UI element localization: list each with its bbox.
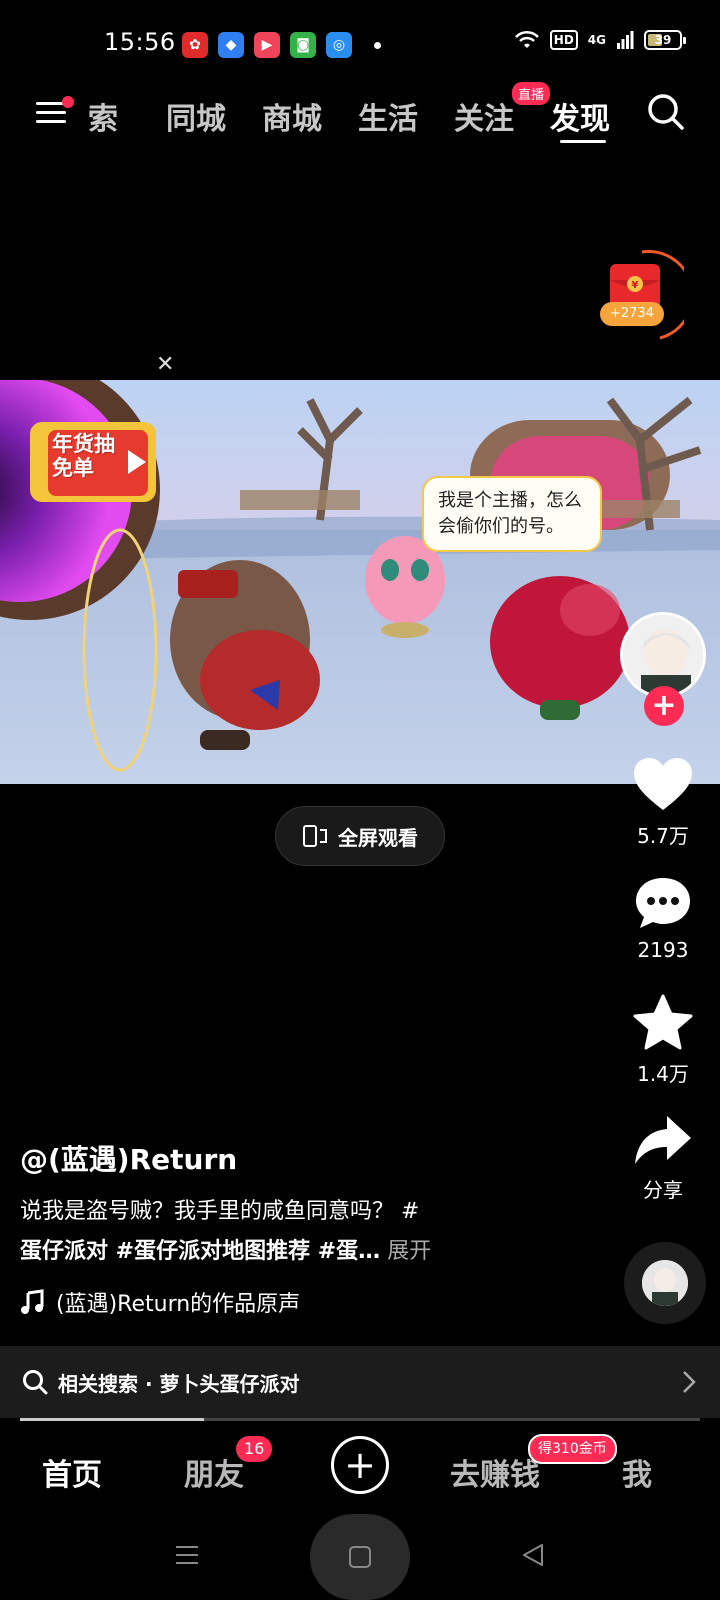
tab-local[interactable]: 同城 bbox=[166, 94, 226, 138]
fullscreen-label: 全屏观看 bbox=[338, 825, 418, 850]
share-label: 分享 bbox=[643, 1178, 683, 1202]
tab-following[interactable]: 关注 bbox=[454, 94, 514, 138]
music-title: (蓝遇)Return的作品原声 bbox=[56, 1292, 301, 1317]
bottom-nav: 首页 朋友 16 + 去赚钱 得310金币 我 bbox=[0, 1422, 720, 1514]
tab-mall[interactable]: 商城 bbox=[262, 94, 322, 138]
video-description[interactable]: 说我是盗号贼？我手里的咸鱼同意吗？ # 蛋仔派对 #蛋仔派对地图推荐 #蛋… 展… bbox=[20, 1192, 530, 1272]
author-avatar[interactable]: + bbox=[620, 612, 710, 726]
back-icon[interactable] bbox=[520, 1542, 546, 1568]
tab-life[interactable]: 生活 bbox=[358, 94, 418, 138]
related-search-label: 相关搜索 · 萝卜头蛋仔派对 bbox=[58, 1371, 300, 1396]
search-icon bbox=[23, 1370, 48, 1395]
hd-icon: HD bbox=[549, 30, 578, 50]
music-note-icon bbox=[21, 1289, 44, 1314]
favorite-count: 1.4万 bbox=[637, 1062, 689, 1086]
share-button[interactable]: 分享 bbox=[608, 1114, 718, 1203]
signal-icon bbox=[617, 31, 634, 49]
tab-explore[interactable]: 索 bbox=[88, 94, 118, 138]
red-packet-coins: +2734 bbox=[610, 306, 654, 321]
favorite-button[interactable]: 1.4万 bbox=[608, 994, 718, 1087]
battery-level: 39 bbox=[654, 33, 672, 47]
video-progress-bar[interactable] bbox=[20, 1418, 700, 1421]
comment-button[interactable]: 2193 bbox=[608, 876, 718, 962]
shop-app-icon: ◙ bbox=[290, 32, 316, 58]
battery-icon: 39 bbox=[644, 30, 686, 50]
progress-fill bbox=[20, 1418, 204, 1421]
video-app-icon: ▶ bbox=[254, 32, 280, 58]
like-count: 5.7万 bbox=[637, 824, 689, 848]
expand-link[interactable]: 展开 bbox=[387, 1239, 431, 1264]
friends-badge: 16 bbox=[236, 1436, 273, 1462]
system-icons: HD 4G 39 bbox=[514, 30, 686, 50]
svg-text:¥: ¥ bbox=[632, 280, 639, 291]
wifi-icon bbox=[514, 30, 539, 48]
description-text: 说我是盗号贼？我手里的咸鱼同意吗？ # bbox=[20, 1199, 420, 1224]
star-icon bbox=[633, 994, 693, 1050]
browser-app-icon: ◎ bbox=[326, 32, 352, 58]
status-bar: 15:56 ✿ ◆ ▶ ◙ ◎ HD 4G 39 bbox=[0, 0, 720, 88]
nav-earn[interactable]: 去赚钱 bbox=[450, 1450, 540, 1494]
search-icon[interactable] bbox=[646, 92, 686, 132]
fullscreen-button[interactable]: 全屏观看 bbox=[275, 806, 445, 866]
network-type: 4G bbox=[587, 33, 606, 47]
clock: 15:56 bbox=[104, 28, 176, 56]
share-icon bbox=[635, 1116, 691, 1164]
comment-icon bbox=[636, 878, 690, 928]
music-disc[interactable] bbox=[624, 1242, 706, 1324]
chevron-right-icon bbox=[683, 1371, 696, 1393]
music-cover-icon bbox=[642, 1260, 688, 1306]
home-button[interactable] bbox=[310, 1514, 410, 1600]
menu-notification-dot bbox=[62, 96, 74, 108]
promo-label[interactable]: 年货抽免单 bbox=[52, 432, 132, 480]
menu-button[interactable] bbox=[36, 96, 74, 126]
close-icon[interactable]: ✕ bbox=[156, 352, 174, 377]
create-button[interactable]: + bbox=[331, 1436, 389, 1494]
rotate-screen-icon bbox=[303, 825, 327, 847]
music-info[interactable]: (蓝遇)Return的作品原声 bbox=[20, 1286, 300, 1318]
nav-home[interactable]: 首页 bbox=[42, 1450, 102, 1494]
video-player[interactable]: 年货抽免单 我是个主播，怎么会偷你们的号。 bbox=[0, 380, 720, 784]
tab-discover[interactable]: 发现 bbox=[550, 94, 610, 138]
nav-friends[interactable]: 朋友 bbox=[184, 1450, 244, 1494]
earn-badge: 得310金币 bbox=[528, 1434, 617, 1464]
more-notifications-icon bbox=[374, 41, 381, 49]
recents-icon[interactable] bbox=[174, 1542, 200, 1568]
red-packet-icon: ¥ bbox=[600, 250, 695, 340]
related-search-bar[interactable]: 相关搜索 · 萝卜头蛋仔派对 bbox=[0, 1346, 720, 1418]
home-icon bbox=[349, 1546, 371, 1568]
follow-button[interactable]: + bbox=[644, 686, 684, 726]
system-nav-bar bbox=[0, 1514, 720, 1600]
heart-icon bbox=[634, 758, 692, 810]
notification-icons: ✿ ◆ ▶ ◙ ◎ bbox=[182, 32, 381, 58]
live-badge: 直播 bbox=[512, 82, 551, 105]
comment-count: 2193 bbox=[637, 938, 689, 962]
active-tab-indicator bbox=[560, 140, 606, 143]
nav-me[interactable]: 我 bbox=[622, 1450, 652, 1494]
hashtags[interactable]: 蛋仔派对 #蛋仔派对地图推荐 #蛋… bbox=[20, 1239, 380, 1264]
speech-bubble: 我是个主播，怎么会偷你们的号。 bbox=[422, 476, 602, 552]
app-notification-icon: ◆ bbox=[218, 32, 244, 58]
app-notification-icon: ✿ bbox=[182, 32, 208, 58]
author-name[interactable]: @(蓝遇)Return bbox=[20, 1138, 237, 1178]
like-button[interactable]: 5.7万 bbox=[608, 756, 718, 849]
top-nav: 索 同城 商城 生活 关注 直播 发现 bbox=[0, 82, 720, 146]
red-packet-widget[interactable]: ¥ +2734 bbox=[600, 250, 695, 346]
